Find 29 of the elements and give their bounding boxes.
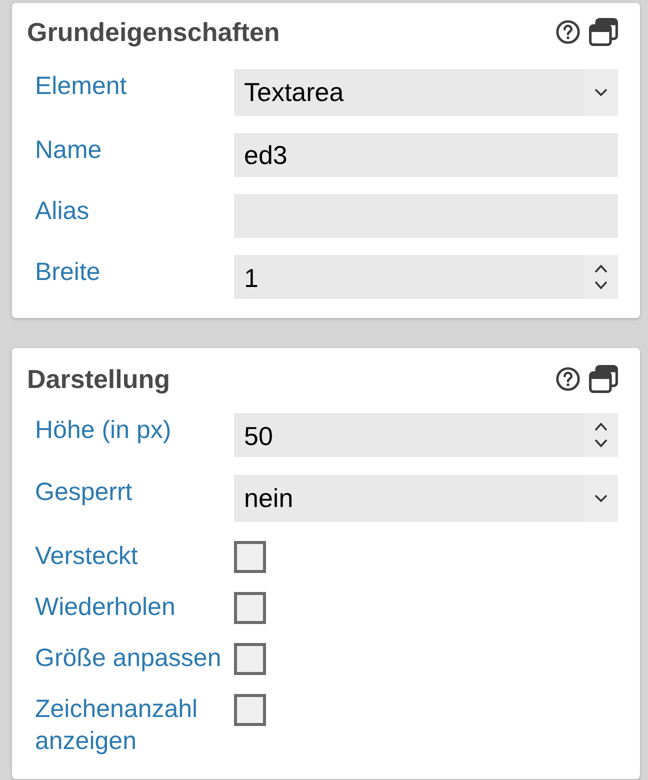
spinner-icon[interactable] (594, 421, 608, 449)
field-label: Alias (35, 196, 90, 227)
checkbox[interactable] (234, 592, 266, 624)
field-label: Größe anpassen (35, 643, 222, 674)
checkbox[interactable] (234, 643, 266, 675)
field-label: Breite (35, 257, 102, 288)
help-icon[interactable] (556, 20, 580, 44)
number-input[interactable]: 50 (234, 413, 618, 457)
panel-title: Darstellung (27, 364, 170, 394)
field-label: Name (35, 135, 103, 166)
select-field[interactable]: nein (234, 475, 618, 522)
field-label: Gesperrt (35, 477, 134, 508)
panel-title: Grundeigenschaften (27, 17, 280, 47)
caret-icon (594, 494, 608, 503)
field-label: Element (35, 71, 128, 102)
text-input[interactable]: ed3 (234, 133, 618, 177)
field-label: Zeichenanzahl anzeigen (35, 694, 199, 757)
checkbox[interactable] (234, 694, 266, 726)
checkbox[interactable] (234, 541, 266, 573)
number-input[interactable]: 1 (234, 255, 618, 299)
windows-icon[interactable] (589, 365, 618, 393)
field-label: Wiederholen (35, 592, 176, 623)
field-label: Versteckt (35, 541, 139, 572)
windows-icon[interactable] (589, 18, 618, 46)
select-field[interactable]: Textarea (234, 69, 618, 116)
spinner-icon[interactable] (594, 263, 608, 291)
caret-icon (594, 88, 608, 97)
field-label: Höhe (in px) (35, 415, 172, 446)
help-icon[interactable] (556, 367, 580, 391)
